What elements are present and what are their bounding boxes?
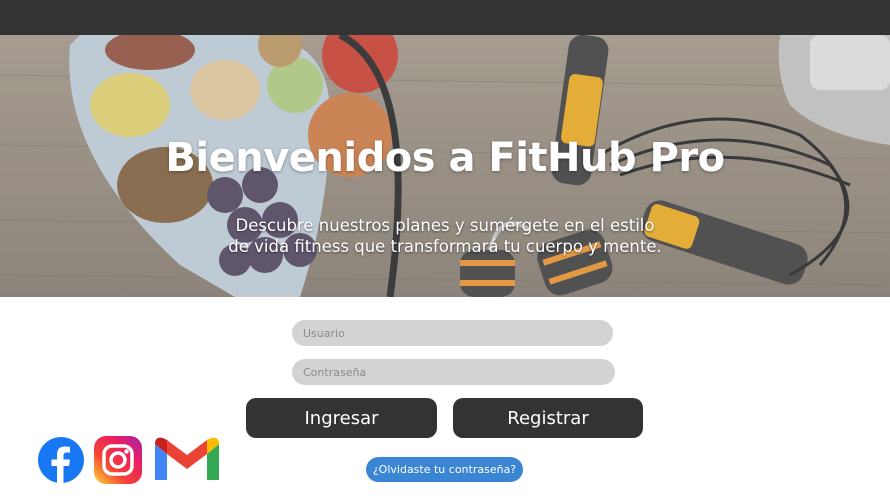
instagram-link[interactable] [94, 436, 142, 484]
instagram-icon [94, 436, 142, 484]
hero-subtitle-line-2: de vida fitness que transformará tu cuer… [228, 237, 662, 256]
hero-subtitle-line-1: Descubre nuestros planes y sumérgete en … [235, 216, 655, 235]
login-button[interactable]: Ingresar [246, 398, 437, 438]
register-button[interactable]: Registrar [453, 398, 643, 438]
top-bar [0, 0, 890, 35]
username-input[interactable] [292, 320, 613, 346]
gmail-link[interactable] [153, 436, 221, 484]
password-input[interactable] [292, 359, 615, 385]
hero-subtitle: Descubre nuestros planes y sumérgete en … [0, 215, 890, 257]
page-title: Bienvenidos a FitHub Pro [165, 135, 725, 181]
facebook-link[interactable] [37, 436, 85, 484]
forgot-password-button[interactable]: ¿Olvidaste tu contraseña? [366, 457, 523, 482]
facebook-icon [38, 437, 84, 483]
gmail-icon [155, 437, 219, 480]
hero-banner: Bienvenidos a FitHub Pro Descubre nuestr… [0, 35, 890, 297]
